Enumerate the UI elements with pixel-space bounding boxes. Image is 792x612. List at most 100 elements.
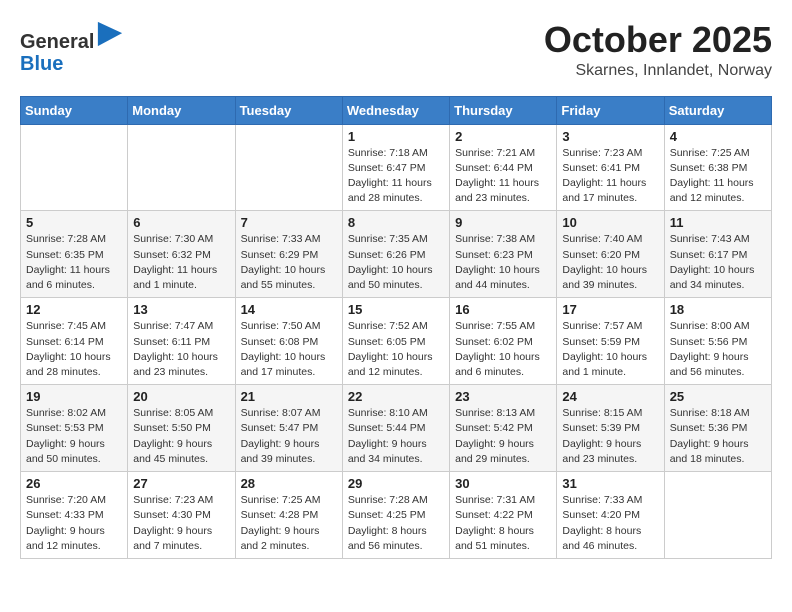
day-detail: Sunrise: 8:15 AM Sunset: 5:39 PM Dayligh… bbox=[562, 406, 658, 467]
day-number: 1 bbox=[348, 129, 444, 144]
location-subtitle: Skarnes, Innlandet, Norway bbox=[544, 62, 772, 80]
day-detail: Sunrise: 7:20 AM Sunset: 4:33 PM Dayligh… bbox=[26, 493, 122, 554]
day-detail: Sunrise: 7:33 AM Sunset: 6:29 PM Dayligh… bbox=[241, 232, 337, 293]
day-number: 25 bbox=[670, 389, 766, 404]
day-cell: 8 Sunrise: 7:35 AM Sunset: 6:26 PM Daylig… bbox=[342, 211, 449, 298]
day-detail: Sunrise: 7:52 AM Sunset: 6:05 PM Dayligh… bbox=[348, 319, 444, 380]
day-cell bbox=[235, 124, 342, 211]
day-number: 10 bbox=[562, 215, 658, 230]
day-cell: 11 Sunrise: 7:43 AM Sunset: 6:17 PM Dayli… bbox=[664, 211, 771, 298]
day-cell: 24Sunrise: 8:15 AM Sunset: 5:39 PM Dayli… bbox=[557, 385, 664, 472]
logo: General Blue bbox=[20, 20, 124, 75]
day-detail: Sunrise: 7:30 AM Sunset: 6:32 PM Dayligh… bbox=[133, 232, 229, 293]
day-detail: Sunrise: 8:13 AM Sunset: 5:42 PM Dayligh… bbox=[455, 406, 551, 467]
day-number: 31 bbox=[562, 476, 658, 491]
day-number: 16 bbox=[455, 302, 551, 317]
day-cell: 3 Sunrise: 7:23 AM Sunset: 6:41 PM Daylig… bbox=[557, 124, 664, 211]
day-number: 23 bbox=[455, 389, 551, 404]
day-number: 15 bbox=[348, 302, 444, 317]
day-detail: Sunrise: 7:33 AM Sunset: 4:20 PM Dayligh… bbox=[562, 493, 658, 554]
day-detail: Sunrise: 8:07 AM Sunset: 5:47 PM Dayligh… bbox=[241, 406, 337, 467]
day-cell: 29 Sunrise: 7:28 AM Sunset: 4:25 PM Dayli… bbox=[342, 472, 449, 559]
day-detail: Sunrise: 7:35 AM Sunset: 6:26 PM Dayligh… bbox=[348, 232, 444, 293]
day-detail: Sunrise: 7:57 AM Sunset: 5:59 PM Dayligh… bbox=[562, 319, 658, 380]
day-detail: Sunrise: 7:23 AM Sunset: 6:41 PM Dayligh… bbox=[562, 146, 658, 207]
page-header: General Blue October 2025 Skarnes, Innla… bbox=[20, 20, 772, 80]
weekday-header-row: SundayMondayTuesdayWednesdayThursdayFrid… bbox=[21, 96, 772, 124]
weekday-header-friday: Friday bbox=[557, 96, 664, 124]
week-row-5: 26 Sunrise: 7:20 AM Sunset: 4:33 PM Dayli… bbox=[21, 472, 772, 559]
week-row-3: 12Sunrise: 7:45 AM Sunset: 6:14 PM Dayli… bbox=[21, 298, 772, 385]
day-number: 9 bbox=[455, 215, 551, 230]
weekday-header-wednesday: Wednesday bbox=[342, 96, 449, 124]
day-cell bbox=[664, 472, 771, 559]
day-number: 30 bbox=[455, 476, 551, 491]
day-number: 21 bbox=[241, 389, 337, 404]
day-number: 19 bbox=[26, 389, 122, 404]
logo-icon bbox=[96, 20, 124, 48]
week-row-1: 1 Sunrise: 7:18 AM Sunset: 6:47 PM Daylig… bbox=[21, 124, 772, 211]
day-detail: Sunrise: 8:18 AM Sunset: 5:36 PM Dayligh… bbox=[670, 406, 766, 467]
day-number: 7 bbox=[241, 215, 337, 230]
day-number: 26 bbox=[26, 476, 122, 491]
day-detail: Sunrise: 8:02 AM Sunset: 5:53 PM Dayligh… bbox=[26, 406, 122, 467]
day-number: 2 bbox=[455, 129, 551, 144]
day-cell: 9 Sunrise: 7:38 AM Sunset: 6:23 PM Daylig… bbox=[450, 211, 557, 298]
weekday-header-sunday: Sunday bbox=[21, 96, 128, 124]
month-title: October 2025 bbox=[544, 20, 772, 60]
day-cell bbox=[128, 124, 235, 211]
day-cell: 4Sunrise: 7:25 AM Sunset: 6:38 PM Daylig… bbox=[664, 124, 771, 211]
day-detail: Sunrise: 7:21 AM Sunset: 6:44 PM Dayligh… bbox=[455, 146, 551, 207]
day-cell: 14Sunrise: 7:50 AM Sunset: 6:08 PM Dayli… bbox=[235, 298, 342, 385]
logo-general: General bbox=[20, 31, 94, 53]
day-cell: 20Sunrise: 8:05 AM Sunset: 5:50 PM Dayli… bbox=[128, 385, 235, 472]
day-number: 3 bbox=[562, 129, 658, 144]
day-cell: 15 Sunrise: 7:52 AM Sunset: 6:05 PM Dayli… bbox=[342, 298, 449, 385]
day-cell: 18Sunrise: 8:00 AM Sunset: 5:56 PM Dayli… bbox=[664, 298, 771, 385]
day-detail: Sunrise: 7:28 AM Sunset: 6:35 PM Dayligh… bbox=[26, 232, 122, 293]
day-cell bbox=[21, 124, 128, 211]
day-cell: 22 Sunrise: 8:10 AM Sunset: 5:44 PM Dayli… bbox=[342, 385, 449, 472]
day-cell: 1 Sunrise: 7:18 AM Sunset: 6:47 PM Daylig… bbox=[342, 124, 449, 211]
day-cell: 16Sunrise: 7:55 AM Sunset: 6:02 PM Dayli… bbox=[450, 298, 557, 385]
day-detail: Sunrise: 7:28 AM Sunset: 4:25 PM Dayligh… bbox=[348, 493, 444, 554]
day-cell: 25 Sunrise: 8:18 AM Sunset: 5:36 PM Dayli… bbox=[664, 385, 771, 472]
day-cell: 26 Sunrise: 7:20 AM Sunset: 4:33 PM Dayli… bbox=[21, 472, 128, 559]
day-cell: 7 Sunrise: 7:33 AM Sunset: 6:29 PM Daylig… bbox=[235, 211, 342, 298]
day-cell: 30 Sunrise: 7:31 AM Sunset: 4:22 PM Dayli… bbox=[450, 472, 557, 559]
day-cell: 19 Sunrise: 8:02 AM Sunset: 5:53 PM Dayli… bbox=[21, 385, 128, 472]
day-detail: Sunrise: 7:43 AM Sunset: 6:17 PM Dayligh… bbox=[670, 232, 766, 293]
day-cell: 27 Sunrise: 7:23 AM Sunset: 4:30 PM Dayli… bbox=[128, 472, 235, 559]
day-number: 29 bbox=[348, 476, 444, 491]
calendar-table: SundayMondayTuesdayWednesdayThursdayFrid… bbox=[20, 96, 772, 559]
day-number: 11 bbox=[670, 215, 766, 230]
day-detail: Sunrise: 7:38 AM Sunset: 6:23 PM Dayligh… bbox=[455, 232, 551, 293]
day-detail: Sunrise: 7:25 AM Sunset: 6:38 PM Dayligh… bbox=[670, 146, 766, 207]
day-detail: Sunrise: 8:05 AM Sunset: 5:50 PM Dayligh… bbox=[133, 406, 229, 467]
weekday-header-saturday: Saturday bbox=[664, 96, 771, 124]
day-cell: 5Sunrise: 7:28 AM Sunset: 6:35 PM Daylig… bbox=[21, 211, 128, 298]
day-cell: 13Sunrise: 7:47 AM Sunset: 6:11 PM Dayli… bbox=[128, 298, 235, 385]
day-cell: 10 Sunrise: 7:40 AM Sunset: 6:20 PM Dayli… bbox=[557, 211, 664, 298]
day-detail: Sunrise: 7:31 AM Sunset: 4:22 PM Dayligh… bbox=[455, 493, 551, 554]
weekday-header-thursday: Thursday bbox=[450, 96, 557, 124]
day-cell: 2 Sunrise: 7:21 AM Sunset: 6:44 PM Daylig… bbox=[450, 124, 557, 211]
day-number: 12 bbox=[26, 302, 122, 317]
day-detail: Sunrise: 7:23 AM Sunset: 4:30 PM Dayligh… bbox=[133, 493, 229, 554]
day-detail: Sunrise: 7:40 AM Sunset: 6:20 PM Dayligh… bbox=[562, 232, 658, 293]
day-detail: Sunrise: 7:18 AM Sunset: 6:47 PM Dayligh… bbox=[348, 146, 444, 207]
title-block: October 2025 Skarnes, Innlandet, Norway bbox=[544, 20, 772, 80]
day-cell: 23 Sunrise: 8:13 AM Sunset: 5:42 PM Dayli… bbox=[450, 385, 557, 472]
day-number: 14 bbox=[241, 302, 337, 317]
day-cell: 31 Sunrise: 7:33 AM Sunset: 4:20 PM Dayli… bbox=[557, 472, 664, 559]
day-number: 22 bbox=[348, 389, 444, 404]
day-number: 27 bbox=[133, 476, 229, 491]
logo-blue: Blue bbox=[20, 53, 63, 75]
day-cell: 17Sunrise: 7:57 AM Sunset: 5:59 PM Dayli… bbox=[557, 298, 664, 385]
logo-text: General Blue bbox=[20, 20, 124, 75]
weekday-header-tuesday: Tuesday bbox=[235, 96, 342, 124]
day-number: 8 bbox=[348, 215, 444, 230]
day-number: 18 bbox=[670, 302, 766, 317]
day-detail: Sunrise: 7:25 AM Sunset: 4:28 PM Dayligh… bbox=[241, 493, 337, 554]
day-detail: Sunrise: 8:10 AM Sunset: 5:44 PM Dayligh… bbox=[348, 406, 444, 467]
